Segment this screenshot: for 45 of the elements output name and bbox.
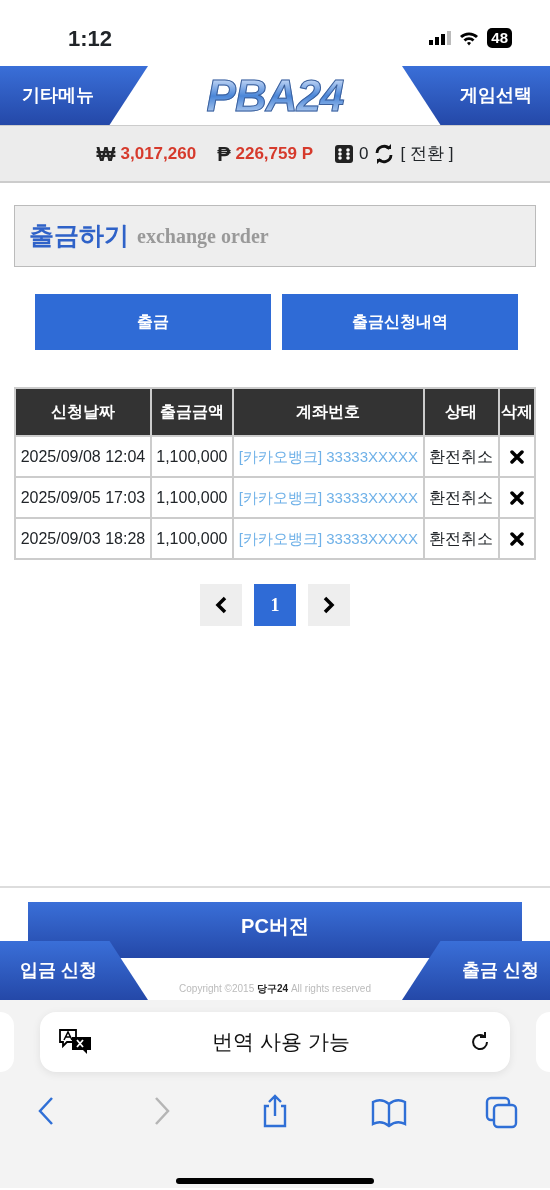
battery-level: 48 <box>487 28 512 48</box>
point-symbol: ₱ <box>217 141 231 167</box>
deposit-request-tab[interactable]: 입금 신청 <box>0 941 148 1000</box>
delete-icon[interactable] <box>509 532 524 547</box>
next-page-button[interactable] <box>308 584 350 626</box>
delete-icon[interactable] <box>509 491 524 506</box>
amount-cell: 1,100,000 <box>151 437 232 476</box>
chip-count: 0 <box>359 142 369 165</box>
dice-icon <box>334 143 354 164</box>
action-button[interactable]: 출금 <box>35 294 271 350</box>
page-title: 출금하기 <box>29 220 129 252</box>
signal-icon <box>429 31 452 45</box>
delete-icon[interactable] <box>509 450 524 465</box>
status-time: 1:12 <box>68 25 113 53</box>
status-cell: 환전취소 <box>424 519 498 558</box>
page-subtitle: exchange order <box>137 224 269 250</box>
page-button[interactable]: 1 <box>254 584 296 626</box>
date-cell: 2025/09/08 12:04 <box>16 437 150 476</box>
amount-cell: 1,100,000 <box>151 478 232 517</box>
amount-cell: 1,100,000 <box>151 519 232 558</box>
column-header: 삭제 <box>499 389 534 435</box>
column-header: 상태 <box>424 389 498 435</box>
date-cell: 2025/09/03 18:28 <box>16 519 150 558</box>
convert-link[interactable]: [ 전환 ] <box>400 140 454 167</box>
column-header: 계좌번호 <box>233 389 423 435</box>
date-cell: 2025/09/05 17:03 <box>16 478 150 517</box>
column-header: 신청날짜 <box>16 389 150 435</box>
wifi-icon <box>459 30 480 46</box>
status-cell: 환전취소 <box>424 437 498 476</box>
pc-version-button[interactable]: PC버전 <box>28 902 522 958</box>
address-text: 번역 사용 가능 <box>211 1029 351 1056</box>
copyright-text: Copyright ©2015 당구24 All rights reserved <box>179 982 371 996</box>
previous-page-button[interactable] <box>200 584 242 626</box>
currency-symbol: ₩ <box>96 141 116 167</box>
chevron-right-icon <box>323 596 335 614</box>
withdraw-request-tab[interactable]: 출금 신청 <box>402 941 550 1000</box>
cash-balance: 3,017,260 <box>120 142 197 165</box>
column-header: 출금금액 <box>151 389 232 435</box>
point-balance: 226,759 P <box>235 142 313 165</box>
menu-tab[interactable]: 기타메뉴 <box>0 66 148 125</box>
address-bar[interactable]: 번역 사용 가능 <box>40 1012 510 1072</box>
chevron-left-icon <box>215 596 227 614</box>
game-select-tab[interactable]: 게임선택 <box>402 66 550 125</box>
status-cell: 환전취소 <box>424 478 498 517</box>
action-button[interactable]: 출금신청내역 <box>282 294 518 350</box>
